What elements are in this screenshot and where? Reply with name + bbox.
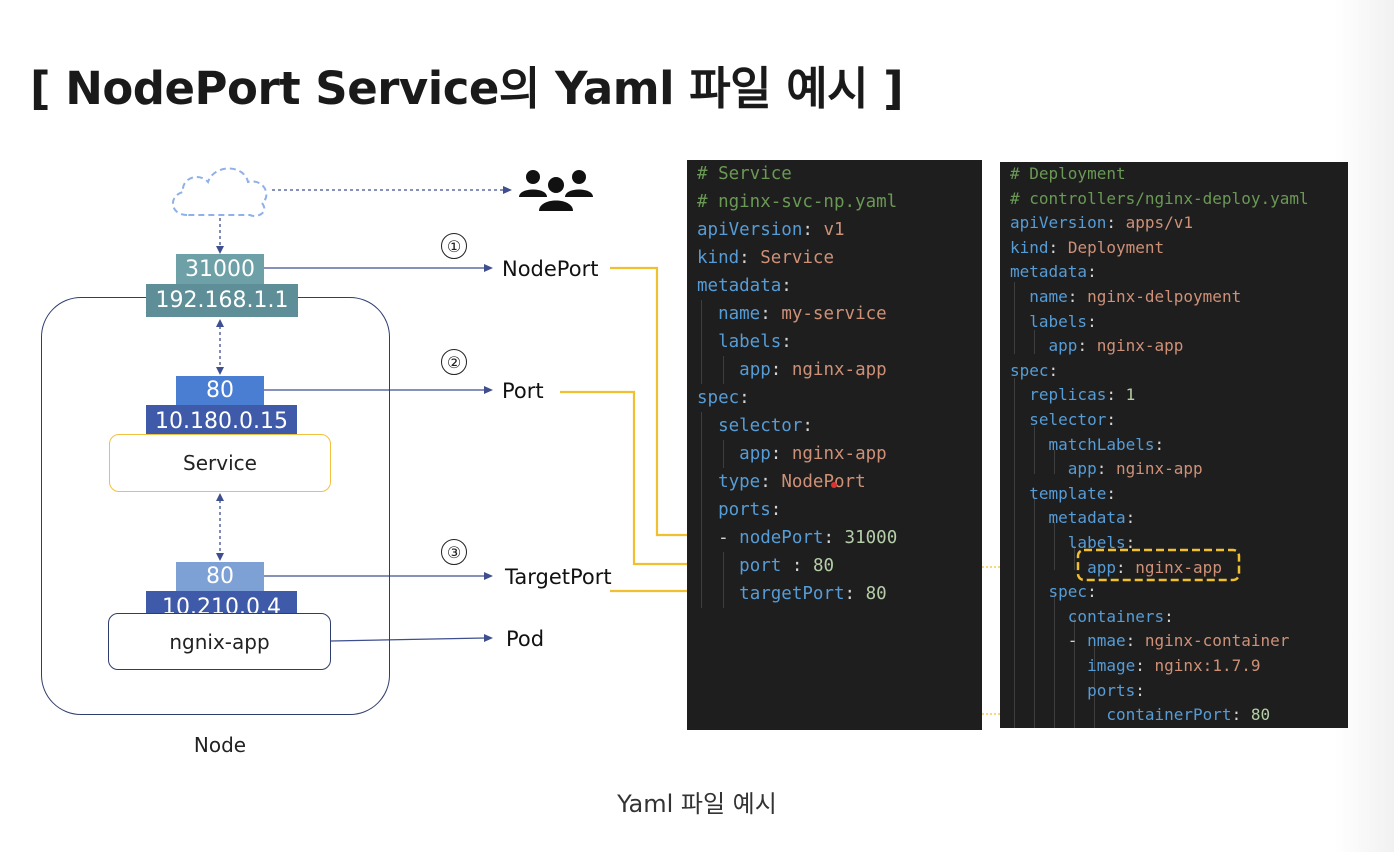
label-nodeport: NodePort bbox=[502, 257, 599, 281]
code-line: kind: Service bbox=[697, 248, 835, 268]
step-number-3: ③ bbox=[441, 539, 467, 565]
code-line: matchLabels: bbox=[1048, 434, 1165, 454]
code-line: app: nginx-app bbox=[1087, 557, 1222, 577]
deployment-yaml-panel: # Deployment # controllers/nginx-deploy.y… bbox=[1000, 162, 1348, 728]
code-line: containers: bbox=[1067, 606, 1174, 626]
code-line: spec: bbox=[1048, 582, 1097, 602]
code-line: selector: bbox=[1029, 410, 1116, 429]
code-line: labels: bbox=[718, 332, 792, 352]
service-box: Service bbox=[109, 434, 331, 492]
code-line: apiVersion: apps/v1 bbox=[1010, 213, 1194, 233]
code-line: app: nginx-app bbox=[1067, 459, 1203, 479]
service-port-box: 80 bbox=[176, 376, 264, 405]
code-line: # Service bbox=[697, 164, 792, 184]
code-line: selector: bbox=[718, 416, 813, 436]
code-line: name: my-service bbox=[718, 304, 887, 324]
code-line: port : 80 bbox=[739, 556, 835, 576]
code-line: # controllers/nginx-deploy.yaml bbox=[1010, 188, 1309, 208]
code-line: spec: bbox=[697, 388, 750, 408]
step-number-1: ① bbox=[441, 233, 467, 259]
code-line: ports: bbox=[1087, 680, 1145, 700]
pod-box: ngnix-app bbox=[108, 613, 331, 670]
code-line: ports: bbox=[718, 500, 782, 520]
code-line: app: nginx-app bbox=[1048, 336, 1184, 356]
code-line: containerPort: 80 bbox=[1106, 705, 1271, 725]
code-line: - nmae: nginx-container bbox=[1067, 631, 1290, 651]
node-port-box: 31000 bbox=[176, 254, 264, 284]
code-line: spec: bbox=[1010, 360, 1059, 380]
code-line: metadata: bbox=[1048, 508, 1136, 528]
users-icon bbox=[519, 170, 593, 211]
step-number-2: ② bbox=[441, 349, 467, 375]
code-line: metadata: bbox=[697, 276, 792, 296]
label-port: Port bbox=[502, 379, 544, 403]
code-line: template: bbox=[1029, 483, 1116, 503]
code-line: name: nginx-delpoyment bbox=[1029, 287, 1242, 306]
code-line: - nodePort: 31000 bbox=[718, 528, 898, 548]
code-line: apiVersion: v1 bbox=[697, 220, 845, 240]
node-ip-box: 192.168.1.1 bbox=[146, 284, 298, 317]
code-line: targetPort: 80 bbox=[739, 584, 887, 604]
pod-port-box: 80 bbox=[176, 562, 264, 591]
code-line: app: nginx-app bbox=[739, 360, 887, 380]
label-pod: Pod bbox=[506, 627, 545, 651]
cloud-icon bbox=[172, 167, 268, 217]
code-line: app: nginx-app bbox=[739, 444, 887, 464]
code-line: labels: bbox=[1067, 533, 1136, 552]
figure-caption: Yaml 파일 예시 bbox=[617, 790, 777, 818]
code-line: replicas: 1 bbox=[1029, 385, 1136, 405]
node-label: Node bbox=[193, 733, 247, 757]
service-yaml-panel: # Service # nginx-svc-np.yaml apiVersion: … bbox=[687, 160, 982, 730]
code-line: labels: bbox=[1029, 311, 1097, 331]
code-line: image: nginx:1.7.9 bbox=[1087, 656, 1261, 675]
label-targetport: TargetPort bbox=[505, 565, 612, 589]
code-line: metadata: bbox=[1010, 262, 1097, 282]
code-line: kind: Deployment bbox=[1010, 237, 1165, 257]
code-line: type: NodePort bbox=[718, 472, 866, 492]
code-line: # Deployment bbox=[1010, 164, 1126, 183]
code-line: # nginx-svc-np.yaml bbox=[697, 192, 898, 212]
